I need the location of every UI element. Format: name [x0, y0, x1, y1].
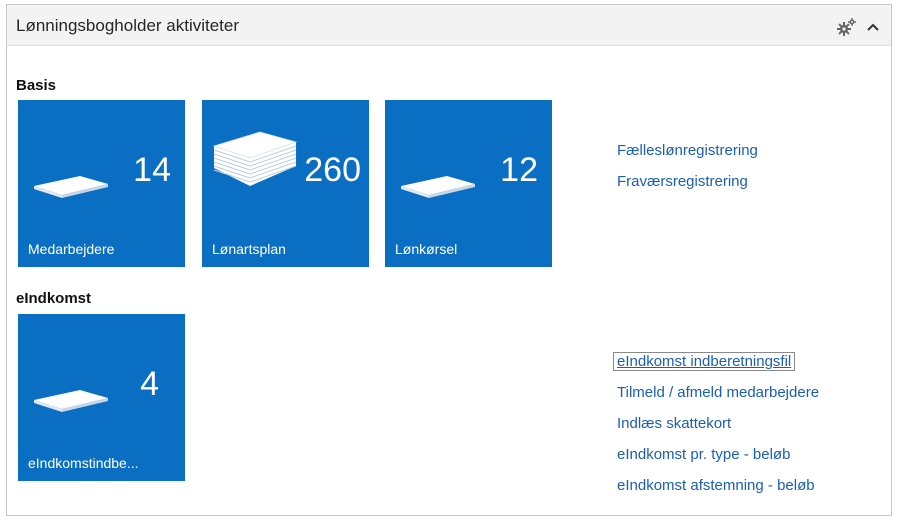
link-faelleslonregistrering[interactable]: Fælleslønregistrering [617, 142, 758, 159]
small-stack-icon [401, 176, 475, 198]
panel-title: Lønningsbogholder aktiviteter [16, 16, 240, 35]
group-title-eindkomst: eIndkomst [16, 290, 92, 307]
gear-icon[interactable] [837, 17, 857, 37]
activities-panel: Lønningsbogholder aktiviteter Basis 14 M… [6, 4, 892, 516]
group-title-basis: Basis [16, 77, 57, 94]
link-tilmeld-afmeld-medarbejdere[interactable]: Tilmeld / afmeld medarbejdere [617, 384, 819, 401]
tile-count: 14 [133, 151, 171, 189]
tile-label: Lønkørsel [395, 241, 458, 257]
small-stack-icon [34, 176, 108, 198]
chevron-up-icon[interactable] [863, 17, 883, 37]
tile-eindkomstindberetning[interactable]: 4 eIndkomstindbe... [18, 314, 185, 481]
link-fravaersregistrering[interactable]: Fraværsregistrering [617, 173, 748, 190]
tile-lonkorsel[interactable]: 12 Lønkørsel [385, 100, 552, 267]
tile-count: 4 [140, 365, 159, 403]
tile-lonartsplan[interactable]: 260 Lønartsplan [202, 100, 369, 267]
tile-count: 12 [500, 151, 538, 189]
panel-header: Lønningsbogholder aktiviteter [7, 5, 891, 46]
tile-label: Lønartsplan [212, 241, 286, 257]
link-indlaes-skattekort[interactable]: Indlæs skattekort [617, 415, 731, 432]
link-eindkomst-indberetningsfil[interactable]: eIndkomst indberetningsfil [612, 352, 796, 371]
large-stack-icon [212, 131, 298, 186]
tile-medarbejdere[interactable]: 14 Medarbejdere [18, 100, 185, 267]
link-eindkomst-pr-type-belob[interactable]: eIndkomst pr. type - beløb [617, 446, 790, 463]
small-stack-icon [34, 390, 108, 412]
tile-count: 260 [304, 151, 361, 189]
tile-label: Medarbejdere [28, 241, 115, 257]
link-eindkomst-afstemning-belob[interactable]: eIndkomst afstemning - beløb [617, 477, 815, 494]
tile-label: eIndkomstindbe... [28, 455, 139, 471]
